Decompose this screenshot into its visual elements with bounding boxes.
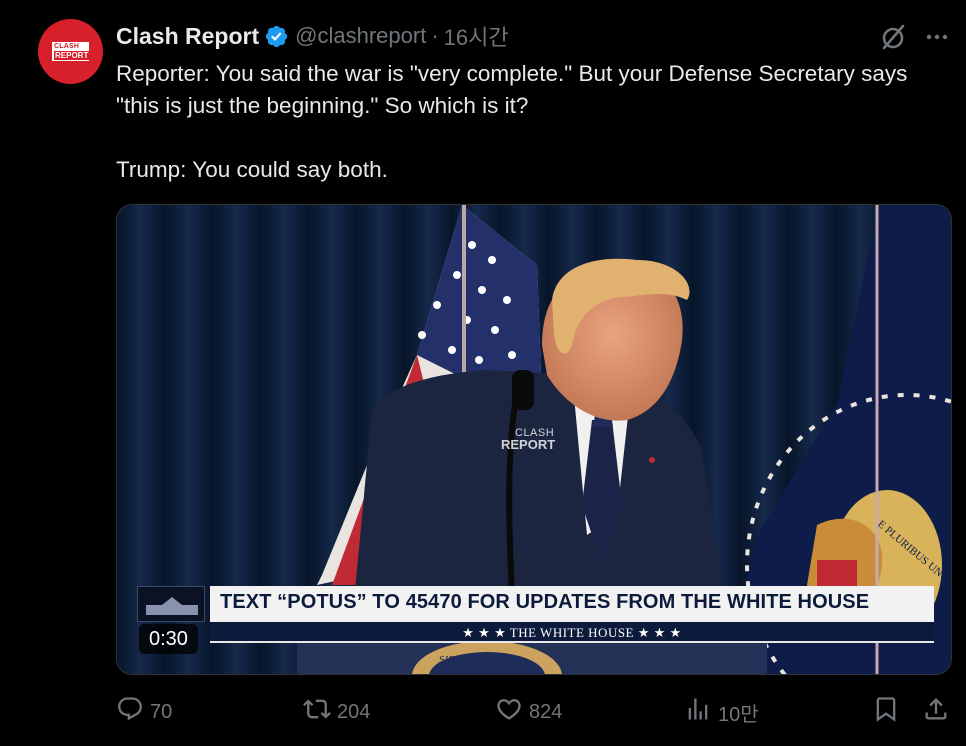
reply-count: 70	[150, 700, 173, 723]
like-icon	[495, 695, 523, 729]
repost-count: 204	[337, 700, 371, 723]
avatar-logo: CLASH REPORT	[52, 42, 90, 61]
reply-button[interactable]: 70	[116, 694, 172, 730]
podium: SIDENT OF THE	[297, 641, 767, 674]
like-button[interactable]: 824	[495, 694, 562, 730]
like-count: 824	[529, 700, 563, 723]
action-bar: 70 204 824 10만	[0, 694, 966, 730]
reply-icon	[116, 695, 144, 729]
separator: ·	[431, 23, 439, 48]
repost-button[interactable]: 204	[303, 694, 370, 730]
views-button[interactable]: 10만	[684, 694, 759, 730]
repost-icon	[303, 695, 331, 729]
chyron-subtitle: ★ ★ ★ THE WHITE HOUSE ★ ★ ★	[210, 622, 934, 643]
tweet-header: Clash Report @clashreport · 16시간	[116, 21, 509, 51]
bookmark-button[interactable]	[872, 694, 900, 730]
svg-text:SIDENT OF THE: SIDENT OF THE	[439, 654, 519, 666]
timestamp[interactable]: 16시간	[444, 20, 509, 52]
tweet-text: Reporter: You said the war is "very comp…	[116, 58, 946, 186]
video-duration: 0:30	[139, 624, 198, 654]
bookmark-icon	[872, 695, 900, 729]
more-icon[interactable]	[922, 22, 952, 52]
video-player[interactable]: E PLURIBUS UNUM SIDENT OF THE CLASH REPO…	[116, 204, 952, 675]
tweet-text-line: Reporter: You said the war is "very comp…	[116, 61, 908, 118]
grok-icon[interactable]	[878, 22, 908, 52]
view-count: 10만	[718, 703, 759, 726]
tweet-text-line: Trump: You could say both.	[116, 157, 388, 182]
avatar[interactable]: CLASH REPORT	[38, 19, 103, 84]
views-icon	[684, 695, 712, 729]
tweet-post: CLASH REPORT Clash Report @clashreport ·…	[0, 0, 966, 746]
chyron-banner: TEXT “POTUS” TO 45470 FOR UPDATES FROM T…	[210, 586, 934, 622]
clash-report-watermark: CLASH REPORT	[501, 427, 556, 452]
handle[interactable]: @clashreport	[295, 23, 426, 49]
share-icon	[922, 695, 950, 729]
white-house-thumbnail	[137, 586, 205, 622]
display-name[interactable]: Clash Report	[116, 23, 259, 50]
verified-badge-icon[interactable]	[264, 24, 289, 49]
share-button[interactable]	[922, 694, 950, 730]
